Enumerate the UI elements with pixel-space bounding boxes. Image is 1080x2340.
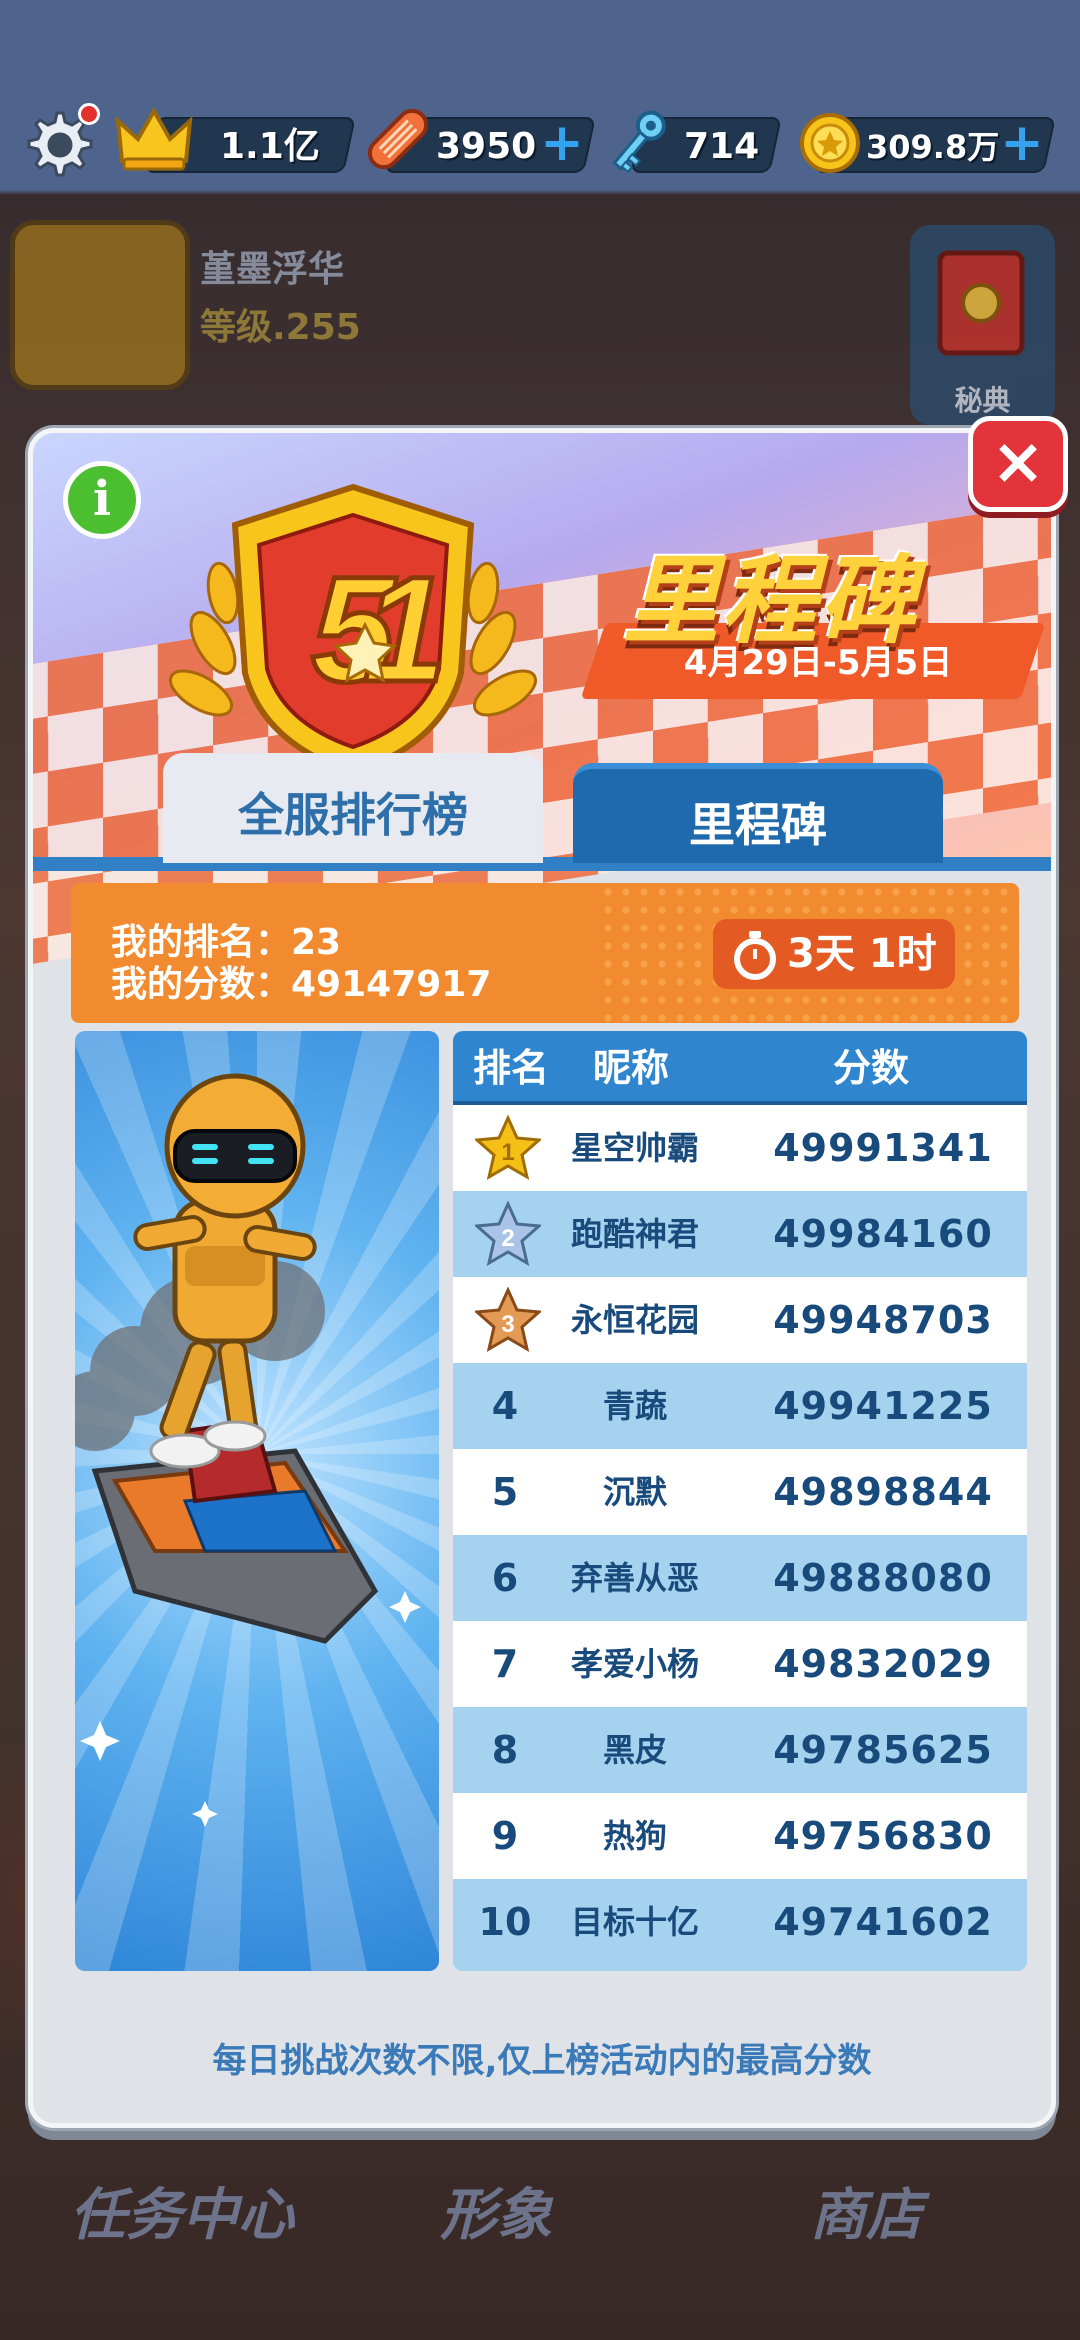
add-board-button[interactable]: + [540, 117, 584, 169]
table-row[interactable]: 8 黑皮 49785625 [453, 1707, 1027, 1793]
milestone-panel: i 5 1 里程碑 4月29日-5月5日 全服排行榜 里程碑 我的排名：23 我… [28, 428, 1056, 2128]
row-nickname: 星空帅霸 [570, 1129, 699, 1167]
info-icon[interactable]: i [63, 461, 141, 539]
nav-shop: 商店 [810, 2183, 922, 2248]
row-nickname: 黑皮 [602, 1731, 667, 1769]
my-score: 我的分数：49147917 [111, 964, 492, 1005]
svg-text:1: 1 [501, 1139, 514, 1166]
row-rank: 10 [478, 1900, 532, 1944]
row-rank: 7 [491, 1642, 519, 1686]
row-score: 49984160 [773, 1212, 993, 1256]
row-score: 49741602 [773, 1900, 993, 1944]
leaderboard-header: 排名 昵称 分数 [453, 1031, 1027, 1105]
row-score: 49888080 [773, 1556, 993, 1600]
robot-on-jetski-illustration [75, 1073, 421, 1827]
gold-star-icon: 1 [475, 1115, 541, 1181]
book-icon [937, 250, 1025, 356]
countdown-timer: 3天 1时 [713, 919, 955, 989]
table-row[interactable]: 6 弃善从恶 49888080 [453, 1535, 1027, 1621]
row-score: 49898844 [773, 1470, 993, 1514]
bronze-star-icon: 3 [475, 1287, 541, 1353]
row-nickname: 热狗 [602, 1817, 667, 1855]
nav-outfit: 形象 [440, 2183, 552, 2248]
crown-value: 1.1亿 [220, 126, 320, 167]
row-rank: 9 [491, 1814, 519, 1858]
table-row[interactable]: 7 孝爱小杨 49832029 [453, 1621, 1027, 1707]
player-avatar [10, 220, 190, 390]
svg-text:1: 1 [363, 545, 446, 713]
row-nickname: 孝爱小杨 [570, 1645, 699, 1683]
bottom-nav: 任务中心 形象 商店 [0, 2140, 1080, 2340]
tab-milestone[interactable]: 里程碑 [573, 763, 943, 863]
player-level: 等级.255 [200, 307, 361, 348]
table-row[interactable]: 5 沉默 49898844 [453, 1449, 1027, 1535]
key-value: 714 [684, 126, 760, 167]
character-showcase [75, 1031, 439, 1971]
row-rank: 6 [491, 1556, 519, 1600]
countdown-text: 3天 1时 [787, 931, 937, 977]
table-row[interactable]: 2 跑酷神君 49984160 [453, 1191, 1027, 1277]
notification-dot [78, 103, 100, 125]
coin-value: 309.8万 [866, 128, 1000, 166]
leaderboard-table: 排名 昵称 分数 1 星空帅霸 49991341 2 跑酷神君 49984160… [453, 1031, 1027, 1971]
row-score: 49832029 [773, 1642, 993, 1686]
banner-date-range: 4月29日-5月5日 [683, 643, 953, 683]
close-button[interactable]: × [968, 416, 1068, 512]
header-nickname: 昵称 [593, 1046, 670, 1090]
row-rank: 5 [491, 1470, 519, 1514]
nav-task-center: 任务中心 [70, 2183, 294, 2248]
svg-text:2: 2 [501, 1225, 514, 1252]
svg-text:3: 3 [501, 1311, 514, 1338]
table-row[interactable]: 4 青蔬 49941225 [453, 1363, 1027, 1449]
table-row[interactable]: 3 永恒花园 49948703 [453, 1277, 1027, 1363]
key-icon [612, 110, 666, 174]
row-score: 49785625 [773, 1728, 993, 1772]
row-nickname: 跑酷神君 [570, 1215, 699, 1253]
row-nickname: 目标十亿 [570, 1903, 699, 1941]
table-row[interactable]: 9 热狗 49756830 [453, 1793, 1027, 1879]
row-rank: 4 [491, 1384, 519, 1428]
guide-book-button: 秘典 [910, 225, 1055, 425]
crown-icon [115, 106, 193, 171]
player-name: 堇墨浮华 [200, 249, 345, 290]
row-nickname: 青蔬 [602, 1387, 667, 1425]
stopwatch-icon [734, 931, 776, 980]
row-nickname: 沉默 [602, 1473, 667, 1511]
row-nickname: 弃善从恶 [570, 1559, 699, 1597]
row-nickname: 永恒花园 [570, 1301, 699, 1339]
board-value: 3950 [436, 126, 537, 167]
my-rank-strip: 我的排名：23 我的分数：49147917 3天 1时 [71, 883, 1019, 1023]
table-row[interactable]: 10 目标十亿 49741602 [453, 1879, 1027, 1971]
header-rank: 排名 [473, 1046, 550, 1090]
add-coin-button[interactable]: + [1000, 117, 1044, 169]
header-score: 分数 [833, 1046, 910, 1090]
row-score: 49948703 [773, 1298, 993, 1342]
hoverboard-icon [367, 108, 429, 170]
row-score: 49941225 [773, 1384, 993, 1428]
silver-star-icon: 2 [475, 1201, 541, 1267]
tab-global-leaderboard[interactable]: 全服排行榜 [163, 753, 543, 863]
row-rank: 8 [491, 1728, 519, 1772]
row-score: 49991341 [773, 1126, 993, 1170]
table-row[interactable]: 1 星空帅霸 49991341 [453, 1105, 1027, 1191]
currency-bar: 1.1亿 3950 + 714 309.8万 + [0, 95, 1080, 195]
rules-note: 每日挑战次数不限,仅上榜活动内的最高分数 [212, 2041, 872, 2081]
coin-icon [800, 113, 860, 173]
row-score: 49756830 [773, 1814, 993, 1858]
